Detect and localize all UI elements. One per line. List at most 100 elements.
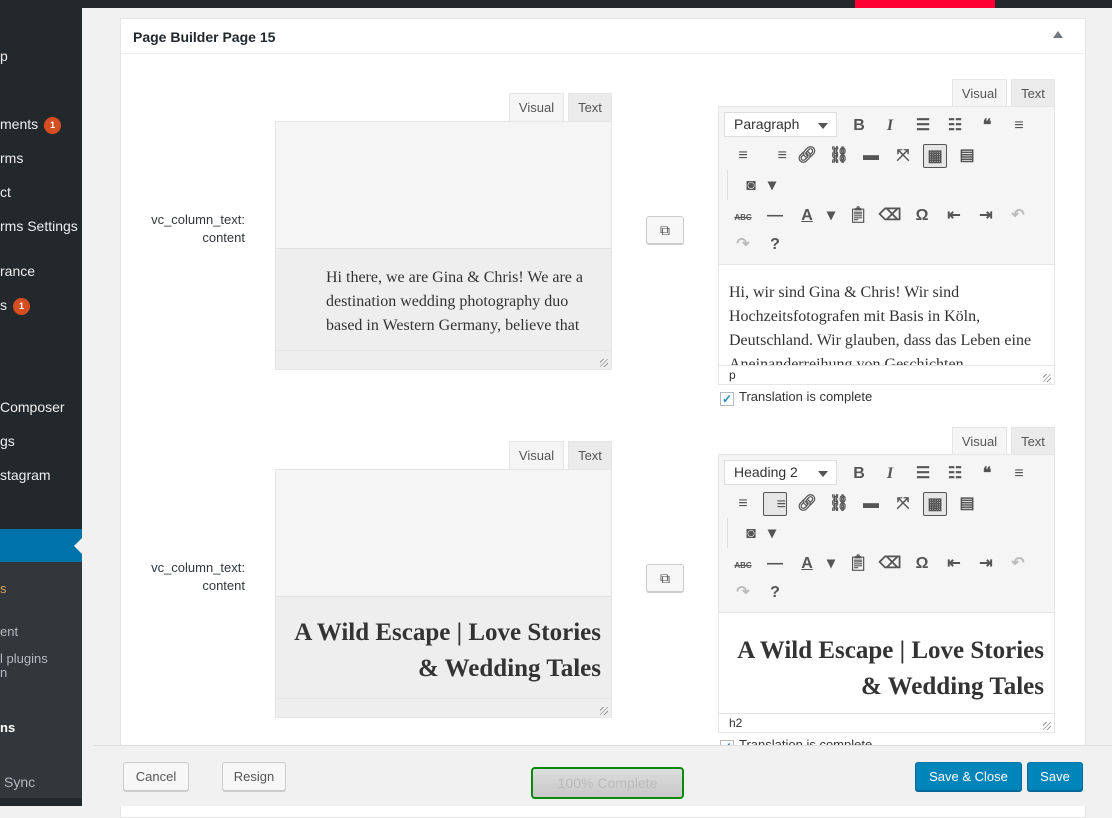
dropdown-arrow-icon[interactable]: ▾ (760, 174, 784, 198)
element-path: h2 (729, 716, 743, 730)
resize-handle[interactable] (600, 707, 608, 715)
sidebar-item-appearance[interactable]: rance (0, 262, 35, 280)
horizontal-line-icon[interactable]: — (763, 552, 787, 576)
copy-original-button[interactable]: ⧉ (646, 216, 684, 244)
submenu-item[interactable]: n (0, 666, 7, 680)
special-character-icon[interactable]: Ω (910, 552, 934, 576)
copy-icon: ⧉ (660, 570, 670, 586)
tab-visual[interactable]: Visual (509, 93, 564, 121)
outdent-icon[interactable]: ⇤ (942, 552, 966, 576)
fullscreen-icon[interactable]: ⤧ (891, 492, 915, 516)
numbered-list-icon[interactable]: ☷ (943, 462, 967, 486)
link-icon[interactable]: 🔗︎ (795, 144, 819, 168)
submenu-item[interactable]: Sync (4, 775, 35, 789)
translation-content[interactable]: A Wild Escape | Love Stories & Wedding T… (719, 612, 1054, 713)
indent-icon[interactable]: ⇥ (974, 204, 998, 228)
resize-handle[interactable] (1043, 722, 1051, 730)
tab-text[interactable]: Text (1011, 427, 1055, 455)
form-icon[interactable]: ▤ (955, 492, 979, 516)
align-left-icon[interactable]: ≡ (1007, 462, 1031, 486)
text-color-icon[interactable]: A (795, 552, 819, 576)
panel-header[interactable]: Page Builder Page 15 (121, 19, 1085, 54)
redo-icon[interactable]: ↷ (731, 581, 755, 605)
bold-icon[interactable]: B (847, 462, 871, 486)
sidebar-item-plugins[interactable]: s1 (0, 296, 30, 315)
submenu-item[interactable]: ent (0, 625, 18, 639)
strikethrough-icon[interactable]: ABC (731, 552, 755, 576)
clear-formatting-icon[interactable]: ⌫ (878, 204, 902, 228)
bullet-list-icon[interactable]: ☰ (911, 114, 935, 138)
blockquote-icon[interactable]: ❝ (975, 462, 999, 486)
tab-text[interactable]: Text (568, 93, 612, 121)
paste-text-icon[interactable]: 📋︎ (846, 204, 870, 228)
toolbar-toggle-icon[interactable]: ▦ (923, 492, 947, 516)
read-more-icon[interactable]: ▬ (859, 144, 883, 168)
italic-icon[interactable]: I (878, 462, 902, 486)
original-editor: Hi there, we are Gina & Chris! We are a … (275, 121, 612, 370)
tab-visual[interactable]: Visual (509, 441, 564, 469)
undo-icon[interactable]: ↶ (1006, 552, 1030, 576)
save-close-button[interactable]: Save & Close (915, 762, 1022, 791)
dropdown-arrow-icon[interactable]: ▾ (760, 522, 784, 546)
form-icon[interactable]: ▤ (955, 144, 979, 168)
undo-icon[interactable]: ↶ (1006, 204, 1030, 228)
clear-formatting-icon[interactable]: ⌫ (878, 552, 902, 576)
translation-complete-checkbox[interactable]: ✓ Translation is complete (720, 389, 872, 406)
align-center-icon[interactable]: ≡ (731, 492, 755, 516)
resize-handle[interactable] (600, 359, 608, 367)
format-select[interactable]: Paragraph (724, 112, 837, 137)
sidebar-item-active[interactable] (0, 529, 82, 562)
align-right-icon[interactable]: ≡ (763, 492, 787, 516)
sidebar-item-forms[interactable]: rms (0, 149, 23, 167)
sidebar-item[interactable]: p (0, 47, 8, 65)
blockquote-icon[interactable]: ❝ (975, 114, 999, 138)
format-select[interactable]: Heading 2 (724, 460, 837, 485)
sidebar-item-comments[interactable]: ments 1 (0, 115, 62, 134)
sidebar-item-contact[interactable]: ct (0, 183, 11, 201)
tab-visual[interactable]: Visual (952, 79, 1007, 107)
italic-icon[interactable]: I (878, 114, 902, 138)
help-icon[interactable]: ? (763, 581, 787, 605)
tab-visual[interactable]: Visual (952, 427, 1007, 455)
submenu-item[interactable]: s (0, 582, 7, 596)
help-icon[interactable]: ? (763, 233, 787, 257)
checkmark-icon[interactable]: ✓ (720, 392, 734, 406)
text-color-dropdown-icon[interactable]: ▾ (819, 204, 843, 228)
outdent-icon[interactable]: ⇤ (942, 204, 966, 228)
bullet-list-icon[interactable]: ☰ (911, 462, 935, 486)
resize-handle[interactable] (1043, 374, 1051, 382)
strikethrough-icon[interactable]: ABC (731, 204, 755, 228)
sidebar-item-instagram[interactable]: stagram (0, 466, 51, 484)
fullscreen-icon[interactable]: ⤧ (891, 144, 915, 168)
align-left-icon[interactable]: ≡ (1007, 114, 1031, 138)
collapse-arrow-icon[interactable] (1053, 31, 1063, 38)
align-center-icon[interactable]: ≡ (731, 144, 755, 168)
sidebar-item-visual-composer[interactable]: Composer (0, 398, 65, 416)
cancel-button[interactable]: Cancel (123, 762, 189, 791)
translation-content[interactable]: Hi, wir sind Gina & Chris! Wir sind Hoch… (719, 264, 1054, 365)
copy-original-button[interactable]: ⧉ (646, 564, 684, 592)
horizontal-line-icon[interactable]: — (763, 204, 787, 228)
unlink-icon[interactable]: ⛓ (827, 144, 851, 168)
text-color-dropdown-icon[interactable]: ▾ (819, 552, 843, 576)
tab-text[interactable]: Text (568, 441, 612, 469)
sidebar-item-settings[interactable]: gs (0, 432, 15, 450)
save-button[interactable]: Save (1027, 762, 1083, 791)
indent-icon[interactable]: ⇥ (974, 552, 998, 576)
numbered-list-icon[interactable]: ☷ (943, 114, 967, 138)
resign-button[interactable]: Resign (222, 762, 286, 791)
paste-text-icon[interactable]: 📋︎ (846, 552, 870, 576)
text-color-icon[interactable]: A (795, 204, 819, 228)
special-character-icon[interactable]: Ω (910, 204, 934, 228)
link-icon[interactable]: 🔗︎ (795, 492, 819, 516)
tab-text[interactable]: Text (1011, 79, 1055, 107)
submenu-item[interactable]: l plugins (0, 652, 48, 666)
align-right-icon[interactable]: ≡ (763, 144, 787, 168)
sidebar-item-forms-settings[interactable]: rms Settings (0, 217, 78, 235)
bold-icon[interactable]: B (847, 114, 871, 138)
submenu-heading[interactable]: ns (0, 721, 15, 735)
toolbar-toggle-icon[interactable]: ▦ (923, 144, 947, 168)
read-more-icon[interactable]: ▬ (859, 492, 883, 516)
redo-icon[interactable]: ↷ (731, 233, 755, 257)
unlink-icon[interactable]: ⛓ (827, 492, 851, 516)
